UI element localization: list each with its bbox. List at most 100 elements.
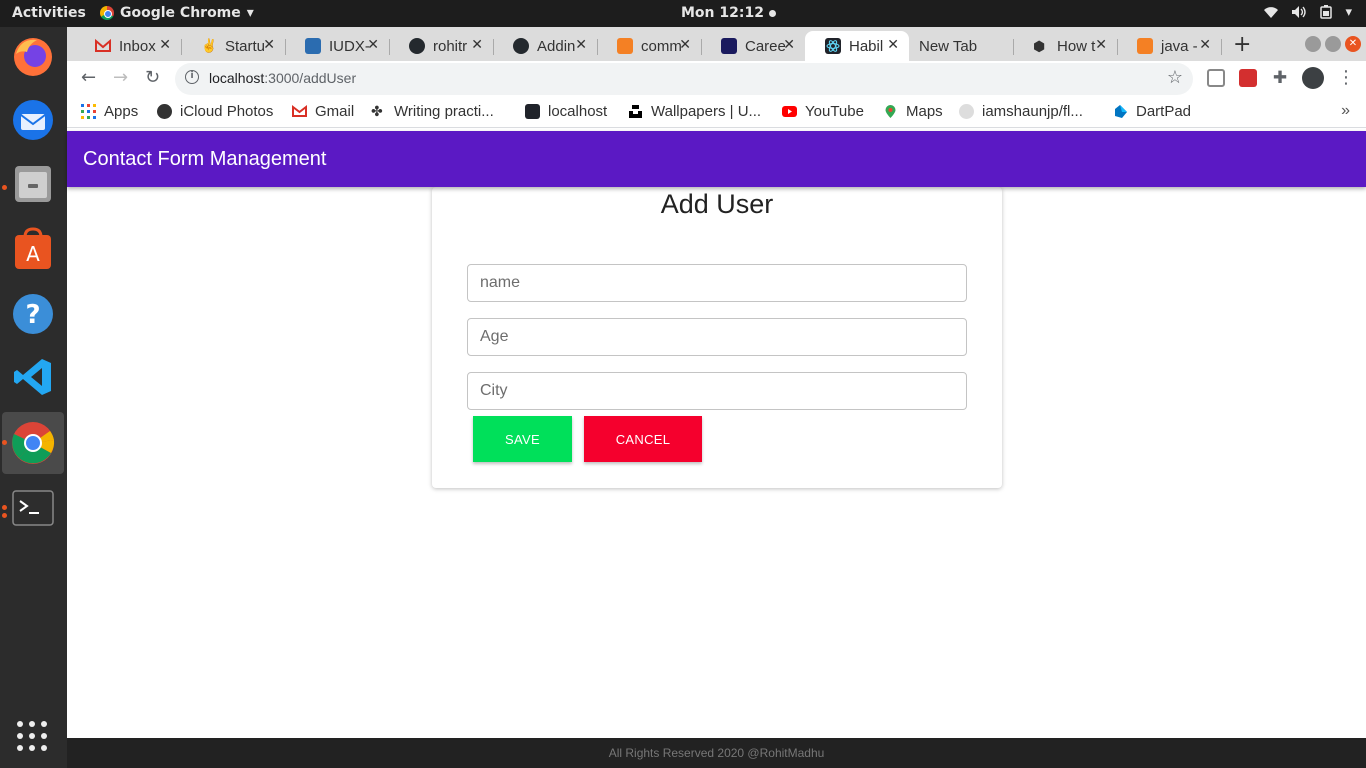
close-tab-icon[interactable]: ✕ [783,36,795,53]
bookmark-writing-practice[interactable]: ✤ Writing practi... [371,103,494,120]
chevron-down-icon: ▾ [246,5,254,21]
new-tab-plus-icon[interactable]: + [1233,32,1251,57]
gmail-icon [95,38,111,54]
age-input[interactable] [468,319,966,355]
tab-comm[interactable]: comm ✕ [597,31,702,61]
footer-text: All Rights Reserved 2020 @RohitMadhu [608,746,825,760]
close-tab-icon[interactable]: ✕ [575,36,587,53]
address-bar[interactable]: i localhost:3000/addUser ☆ [175,63,1193,95]
extension-icon[interactable] [1239,69,1257,87]
bookmark-youtube[interactable]: YouTube [782,103,864,120]
tab-habil-active[interactable]: Habil ✕ [805,31,909,61]
more-menu-icon[interactable]: ⋮ [1337,67,1355,88]
site-info-icon[interactable]: i [185,70,199,84]
puzzle-extensions-icon[interactable]: ✚ [1271,69,1289,87]
bookmark-iamshaunjp[interactable]: iamshaunjp/fl... [959,103,1083,120]
tab-iudx[interactable]: IUDX- ✕ [285,31,390,61]
tab-java[interactable]: java - ✕ [1117,31,1222,61]
cancel-button[interactable]: CANCEL [584,416,702,462]
unsplash-icon [628,104,643,119]
app-menu-label: Google Chrome [120,5,241,21]
terminal-icon[interactable] [10,485,56,531]
system-tray[interactable]: ▾ [1263,5,1352,23]
files-icon[interactable] [10,161,56,207]
apps-grid-icon [81,104,96,119]
name-input[interactable] [468,265,966,301]
tab-label: java - [1161,37,1198,55]
app-header: Contact Form Management [67,131,1366,187]
bookmark-apps[interactable]: Apps [81,103,138,120]
bookmark-wallpapers[interactable]: Wallpapers | U... [628,103,761,120]
wifi-icon [1263,5,1279,23]
chrome-dock-icon[interactable] [2,412,64,474]
stackoverflow-icon [617,38,633,54]
more-bookmarks-chevron-icon[interactable]: » [1341,102,1350,120]
bookmark-maps[interactable]: Maps [883,103,943,120]
close-tab-icon[interactable]: ✕ [887,36,899,53]
avatar[interactable] [1302,67,1324,89]
back-arrow-icon[interactable]: ← [81,67,96,88]
forward-arrow-icon[interactable]: → [113,67,128,88]
help-icon[interactable]: ? [10,291,56,337]
close-tab-icon[interactable]: ✕ [1095,36,1107,53]
youtube-icon [782,104,797,119]
tab-startu[interactable]: ✌ Startu ✕ [181,31,286,61]
vscode-icon[interactable] [10,354,56,400]
react-icon [825,38,841,54]
cast-icon[interactable] [1207,69,1225,87]
bookmark-gmail[interactable]: Gmail [292,103,354,120]
tab-addin[interactable]: Addin ✕ [493,31,598,61]
city-input[interactable] [468,373,966,409]
running-indicator [2,440,7,445]
system-top-bar: Activities Google Chrome ▾ Mon 12:12 ▾ [0,0,1366,27]
bookmark-localhost[interactable]: localhost [525,103,607,120]
dock: A ? [0,27,67,768]
hexagon-icon: ⬢ [1033,38,1046,54]
close-window-icon[interactable]: ✕ [1345,36,1361,52]
city-field[interactable] [467,372,967,410]
save-button[interactable]: SAVE [473,416,572,462]
tab-inbox[interactable]: Inbox ✕ [75,31,182,61]
app-menu[interactable]: Google Chrome ▾ [100,5,254,21]
url-text: localhost:3000/addUser [209,70,357,86]
bookmark-icloud-photos[interactable]: iCloud Photos [157,103,273,120]
footer: All Rights Reserved 2020 @RohitMadhu [67,738,1366,768]
stackoverflow-icon [1137,38,1153,54]
software-center-icon[interactable]: A [10,226,56,272]
volume-icon [1291,5,1307,23]
firefox-icon[interactable] [10,33,56,79]
name-field[interactable] [467,264,967,302]
tab-new-tab[interactable]: New Tab [909,31,1014,61]
tab-label: Startu [225,37,266,55]
thunderbird-icon[interactable] [10,97,56,143]
github-icon [409,38,425,54]
close-tab-icon[interactable]: ✕ [471,36,483,53]
dart-icon [1113,104,1128,119]
running-indicator [2,513,7,518]
close-tab-icon[interactable]: ✕ [1199,36,1211,53]
reload-icon[interactable]: ↻ [145,67,160,88]
show-applications-icon[interactable] [17,721,47,751]
notification-dot-icon [768,9,776,17]
close-tab-icon[interactable]: ✕ [263,36,275,53]
browser-toolbar: ← → ↻ i localhost:3000/addUser ☆ ✚ ⋮ [67,61,1366,97]
tab-how[interactable]: ⬢ How t ✕ [1013,31,1118,61]
running-indicator [2,505,7,510]
github-icon [959,104,974,119]
maximize-window-icon[interactable] [1325,36,1341,52]
tab-label: How t [1057,37,1096,55]
clock[interactable]: Mon 12:12 [681,5,776,21]
tab-rohitr[interactable]: rohitr ✕ [389,31,494,61]
tab-label: Caree [745,37,786,55]
bookmark-star-icon[interactable]: ☆ [1167,67,1183,88]
tab-caree[interactable]: Caree ✕ [701,31,806,61]
minimize-window-icon[interactable] [1305,36,1321,52]
age-field[interactable] [467,318,967,356]
close-tab-icon[interactable]: ✕ [679,36,691,53]
close-tab-icon[interactable]: ✕ [367,36,379,53]
bookmark-dartpad[interactable]: DartPad [1113,103,1191,120]
activities-button[interactable]: Activities [12,5,86,21]
icloud-icon [157,104,172,119]
close-tab-icon[interactable]: ✕ [159,36,171,53]
maps-icon [883,104,898,119]
